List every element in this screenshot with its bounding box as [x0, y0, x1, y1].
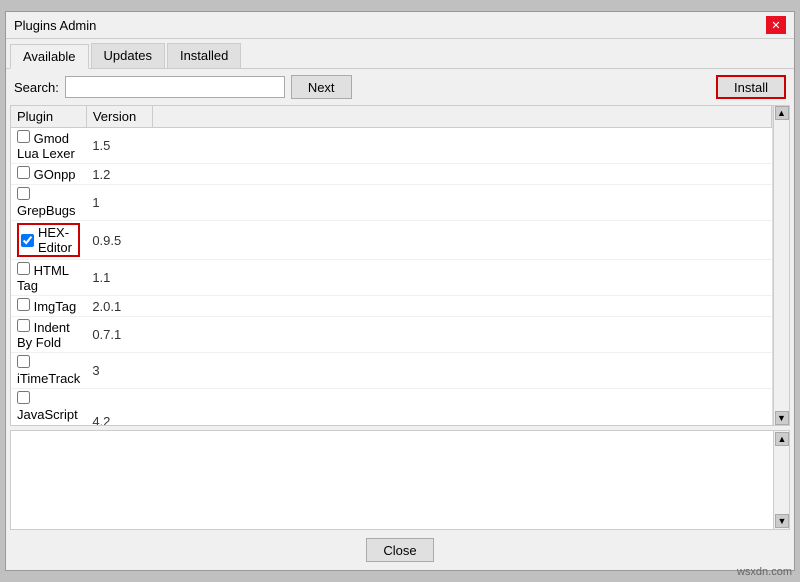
plugin-checkbox[interactable]	[17, 391, 30, 404]
tab-available[interactable]: Available	[10, 44, 89, 69]
bottom-bar: Close	[6, 530, 794, 570]
col-plugin-header: Plugin	[11, 106, 86, 128]
plugin-checkbox[interactable]	[17, 355, 30, 368]
plugin-spacer	[153, 164, 772, 185]
toolbar: Search: Next Install	[6, 69, 794, 105]
plugin-spacer	[153, 185, 772, 221]
plugin-spacer	[153, 221, 772, 260]
plugin-checkbox[interactable]	[17, 298, 30, 311]
table-row: Gmod Lua Lexer1.5	[11, 128, 772, 164]
plugin-spacer	[153, 128, 772, 164]
plugin-checkbox[interactable]	[17, 130, 30, 143]
title-bar-text: Plugins Admin	[14, 18, 96, 33]
watermark: wsxdn.com	[737, 566, 792, 578]
plugin-name: iTimeTrack	[17, 371, 80, 386]
list-scrollbar[interactable]: ▲ ▼	[773, 106, 789, 425]
plugin-version: 4.2	[86, 389, 152, 426]
plugin-spacer	[153, 353, 772, 389]
plugin-version: 0.7.1	[86, 317, 152, 353]
plugin-spacer	[153, 389, 772, 426]
plugin-name: HEX-Editor	[38, 225, 76, 255]
description-panel: ▲ ▼	[10, 430, 790, 530]
table-row: ImgTag 2.0.1	[11, 296, 772, 317]
plugin-table: Plugin Version Gmod Lua Lexer1.5 GOnpp 1.…	[11, 106, 772, 425]
plugin-name: GOnpp	[30, 167, 76, 182]
table-row: GOnpp 1.2	[11, 164, 772, 185]
dialog: Plugins Admin ✕ Available Updates Instal…	[5, 11, 795, 571]
plugin-name: JavaScript Map Parser	[17, 407, 78, 425]
plugin-version: 3	[86, 353, 152, 389]
table-row: iTimeTrack 3	[11, 353, 772, 389]
table-row: Indent By Fold0.7.1	[11, 317, 772, 353]
plugin-version: 2.0.1	[86, 296, 152, 317]
plugin-spacer	[153, 296, 772, 317]
close-button[interactable]: Close	[366, 538, 433, 562]
plugin-version: 0.9.5	[86, 221, 152, 260]
table-row: HEX-Editor 0.9.5	[11, 221, 772, 260]
desc-scrollbar[interactable]: ▲ ▼	[773, 431, 789, 529]
search-label: Search:	[14, 80, 59, 95]
plugin-spacer	[153, 260, 772, 296]
tab-updates[interactable]: Updates	[91, 43, 165, 68]
search-input[interactable]	[65, 76, 285, 98]
plugin-checkbox[interactable]	[21, 234, 34, 247]
table-row: JavaScript Map Parser 4.2	[11, 389, 772, 426]
plugin-name: ImgTag	[30, 299, 76, 314]
scroll-up-arrow[interactable]: ▲	[775, 106, 789, 120]
plugin-version: 1	[86, 185, 152, 221]
col-spacer	[153, 106, 772, 128]
desc-scroll-up[interactable]: ▲	[775, 432, 789, 446]
plugin-checkbox[interactable]	[17, 166, 30, 179]
plugin-version: 1.5	[86, 128, 152, 164]
install-button[interactable]: Install	[716, 75, 786, 99]
title-bar: Plugins Admin ✕	[6, 12, 794, 39]
desc-scroll-down[interactable]: ▼	[775, 514, 789, 528]
plugin-checkbox[interactable]	[17, 262, 30, 275]
tab-installed[interactable]: Installed	[167, 43, 241, 68]
plugin-checkbox[interactable]	[17, 187, 30, 200]
plugin-checkbox[interactable]	[17, 319, 30, 332]
description-text	[11, 431, 773, 529]
plugin-version: 1.2	[86, 164, 152, 185]
scroll-down-arrow[interactable]: ▼	[775, 411, 789, 425]
plugin-list: Plugin Version Gmod Lua Lexer1.5 GOnpp 1.…	[11, 106, 773, 425]
plugin-spacer	[153, 317, 772, 353]
close-window-button[interactable]: ✕	[766, 16, 786, 34]
tabs-container: Available Updates Installed	[6, 39, 794, 69]
plugin-version: 1.1	[86, 260, 152, 296]
next-button[interactable]: Next	[291, 75, 352, 99]
col-version-header: Version	[86, 106, 152, 128]
table-row: HTML Tag1.1	[11, 260, 772, 296]
table-row: GrepBugs 1	[11, 185, 772, 221]
plugin-name: GrepBugs	[17, 203, 76, 218]
